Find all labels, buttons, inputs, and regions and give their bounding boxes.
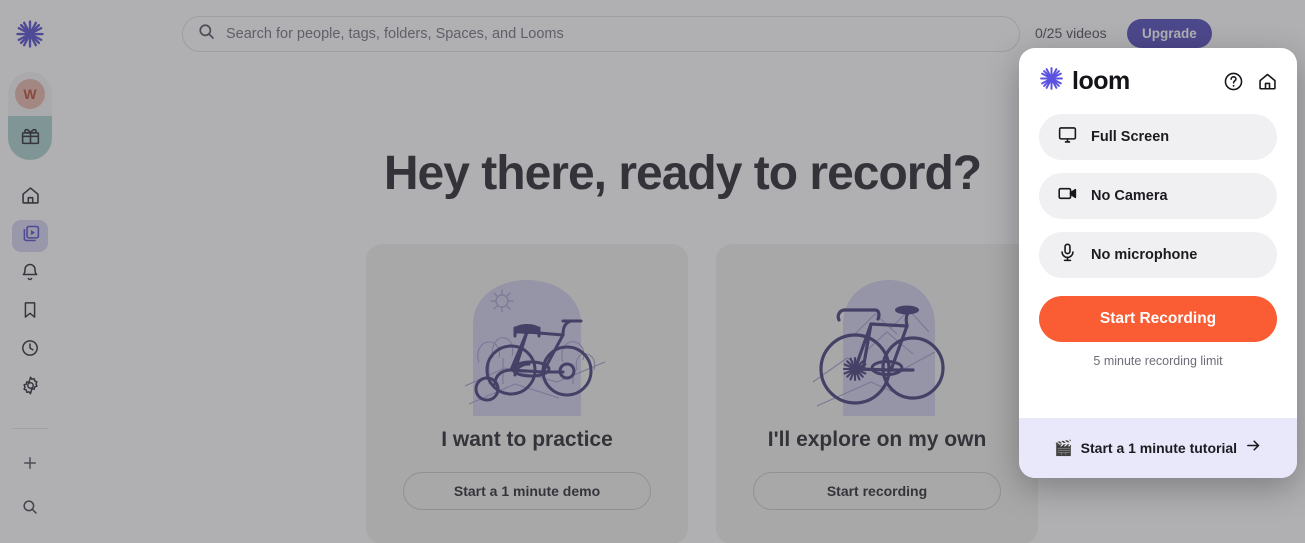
clapper-board-icon: 🎬 [1053,440,1073,457]
recording-limit-note: 5 minute recording limit [1093,354,1223,368]
loom-logo-icon [1039,66,1064,96]
option-label: No Camera [1091,188,1168,204]
option-camera[interactable]: No Camera [1039,173,1277,219]
start-recording-button[interactable]: Start Recording [1039,296,1277,342]
arrow-right-icon [1245,437,1262,459]
microphone-icon [1057,242,1078,268]
question-circle-icon[interactable] [1223,71,1244,92]
option-full-screen[interactable]: Full Screen [1039,114,1277,160]
panel-brand: loom [1039,66,1130,96]
video-camera-icon [1057,183,1078,209]
monitor-icon [1057,124,1078,150]
home-icon[interactable] [1257,71,1278,92]
start-tutorial-label: Start a 1 minute tutorial [1080,440,1238,456]
panel-brand-label: loom [1072,66,1130,95]
start-tutorial-bar[interactable]: 🎬 Start a 1 minute tutorial [1019,418,1297,478]
option-label: No microphone [1091,247,1198,263]
loom-recorder-panel: loom Full Screen No Camera No microphone… [1019,48,1297,478]
panel-header-icons [1223,71,1278,92]
panel-header: loom [1019,48,1297,114]
app-root: W Search for people, tags, folders, Spac… [0,0,1305,543]
option-microphone[interactable]: No microphone [1039,232,1277,278]
option-label: Full Screen [1091,129,1170,145]
panel-body: Full Screen No Camera No microphone Star… [1019,114,1297,418]
